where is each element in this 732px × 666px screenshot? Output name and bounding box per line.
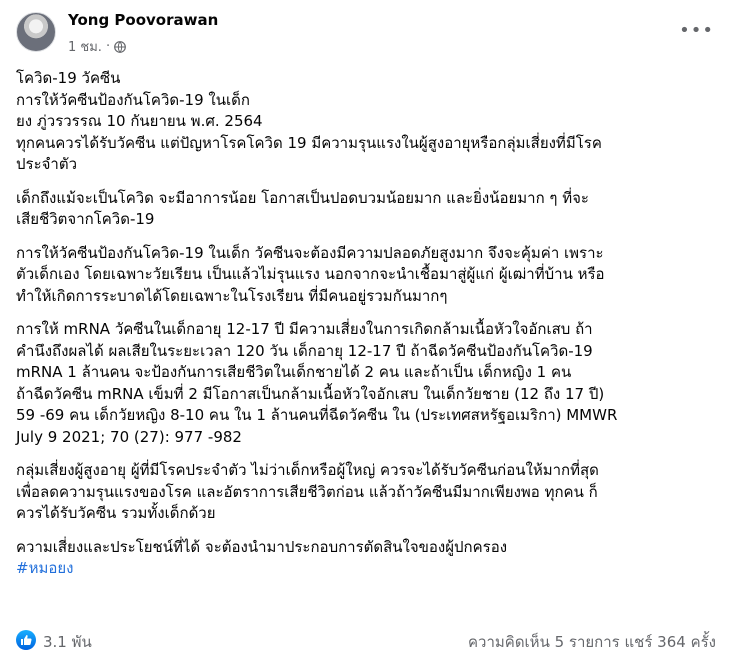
- facebook-post-card: Yong Poovorawan 1 ชม. · ••• โควิด-19 วัค…: [0, 0, 732, 666]
- text-line: ควรได้รับวัคซีน รวมทั้งเด็กด้วย: [16, 504, 216, 522]
- text-line: เพื่อลดความรุนแรงของโรค และอัตราการเสียช…: [16, 482, 598, 501]
- more-options-icon[interactable]: •••: [679, 20, 714, 41]
- post-meta: 1 ชม. ·: [68, 36, 126, 57]
- text-line: คำนึงถึงผลได้ ผลเสียในระยะเวลา 120 วัน เ…: [16, 341, 593, 360]
- text-line: กลุ่มเสี่ยงผู้สูงอายุ ผู้ที่มีโรคประจำตั…: [16, 461, 599, 479]
- text-line: การให้วัคซีนป้องกันโควิด-19 ในเด็ก: [16, 90, 250, 109]
- text-line: ตัวเด็กเอง โดยเฉพาะวัยเรียน เป็นแล้วไม่ร…: [16, 265, 605, 283]
- paragraph-5: กลุ่มเสี่ยงผู้สูงอายุ ผู้ที่มีโรคประจำตั…: [16, 460, 716, 525]
- paragraph-1: โควิด-19 วัคซีน การให้วัคซีนป้องกันโควิด…: [16, 68, 716, 176]
- text-line: เสียชีวิตจากโควิด-19: [16, 210, 155, 228]
- like-reaction-icon[interactable]: [16, 630, 36, 650]
- text-line: ยง ภู่วรวรรณ 10 กันยายน พ.ศ. 2564: [16, 112, 263, 130]
- avatar[interactable]: [16, 12, 56, 52]
- text-line: เด็กถึงแม้จะเป็นโควิด จะมีอาการน้อย โอกา…: [16, 188, 589, 207]
- text-line: โควิด-19 วัคซีน: [16, 69, 121, 87]
- post-footer: 3.1 พัน ความคิดเห็น 5 รายการ แชร์ 364 คร…: [16, 628, 716, 658]
- meta-separator: ·: [105, 39, 111, 54]
- text-line: ทำให้เกิดการระบาดได้โดยเฉพาะในโรงเรียน ท…: [16, 286, 448, 305]
- text-line: ถ้าฉีดวัคซีน mRNA เข็มที่ 2 มีโอกาสเป็นก…: [16, 384, 605, 403]
- text-line: การให้ mRNA วัคซีนในเด็กอายุ 12-17 ปี มี…: [16, 320, 593, 338]
- text-line: ทุกคนควรได้รับวัคซีน แต่ปัญหาโรคโควิด 19…: [16, 133, 602, 152]
- reaction-count[interactable]: 3.1 พัน: [43, 630, 92, 654]
- paragraph-4: การให้ mRNA วัคซีนในเด็กอายุ 12-17 ปี มี…: [16, 319, 716, 448]
- hashtag-link[interactable]: #หมอยง: [16, 558, 716, 580]
- paragraph-6: ความเสี่ยงและประโยชน์ที่ได้ จะต้องนำมาปร…: [16, 537, 716, 580]
- post-time[interactable]: 1 ชม.: [68, 36, 102, 57]
- paragraph-3: การให้วัคซีนป้องกันโควิด-19 ในเด็ก วัคซี…: [16, 243, 716, 308]
- comments-shares-stats[interactable]: ความคิดเห็น 5 รายการ แชร์ 364 ครั้ง: [468, 630, 716, 654]
- thumbs-up-icon: [21, 635, 32, 645]
- text-line: July 9 2021; 70 (27): 977 -982: [16, 427, 242, 446]
- post-body: โควิด-19 วัคซีน การให้วัคซีนป้องกันโควิด…: [16, 68, 716, 592]
- text-line: mRNA 1 ล้านคน จะป้องกันการเสียชีวิตในเด็…: [16, 363, 572, 381]
- text-line: การให้วัคซีนป้องกันโควิด-19 ในเด็ก วัคซี…: [16, 243, 604, 262]
- text-line: 59 -69 คน เด็กวัยหญิง 8-10 คน ใน 1 ล้านค…: [16, 406, 618, 424]
- text-line: ประจำตัว: [16, 155, 78, 173]
- paragraph-2: เด็กถึงแม้จะเป็นโควิด จะมีอาการน้อย โอกา…: [16, 188, 716, 231]
- author-name[interactable]: Yong Poovorawan: [68, 11, 218, 29]
- post-header: Yong Poovorawan 1 ชม. · •••: [16, 8, 720, 58]
- text-line: ความเสี่ยงและประโยชน์ที่ได้ จะต้องนำมาปร…: [16, 537, 508, 556]
- globe-icon: [114, 40, 126, 53]
